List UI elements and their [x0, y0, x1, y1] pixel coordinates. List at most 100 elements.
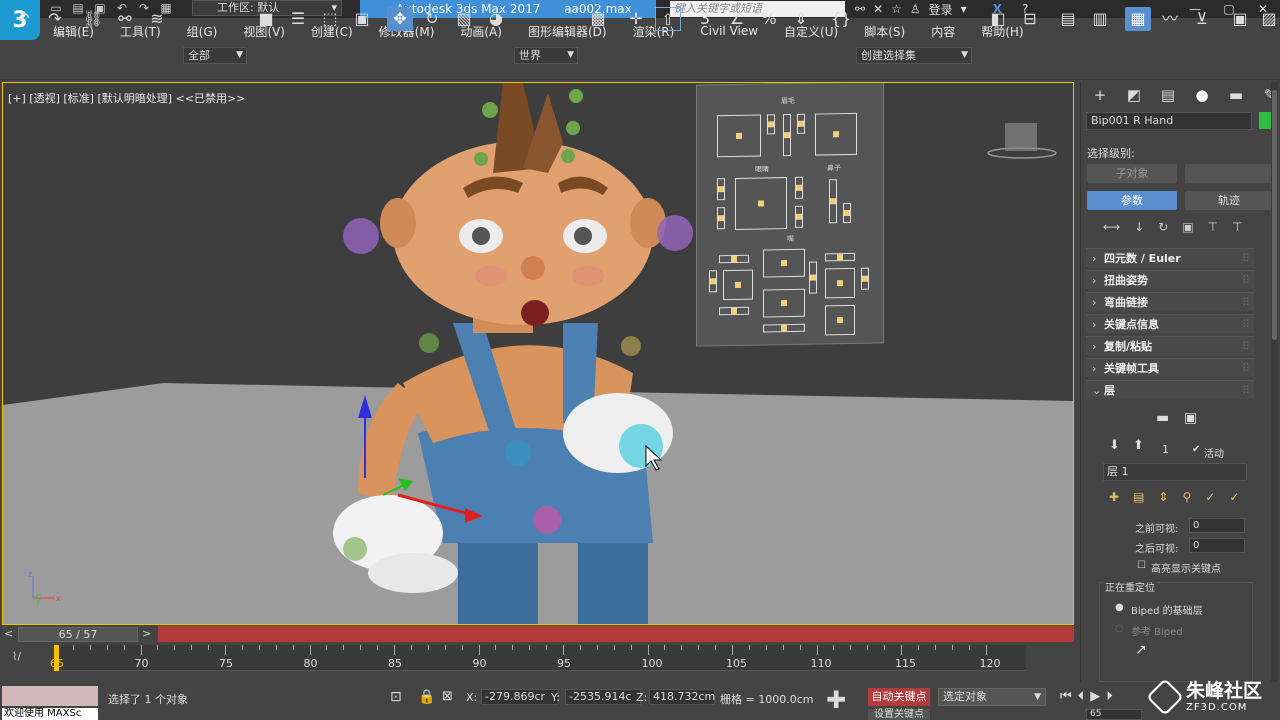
viewcube[interactable]: [987, 121, 1057, 161]
create-tab-icon[interactable]: +: [1087, 86, 1113, 104]
after-visible-spinner[interactable]: 0: [1189, 538, 1245, 553]
rollout-keyframing-tools[interactable]: 关键帧工具 ⠿: [1086, 358, 1254, 378]
angle-snap-icon[interactable]: ∠: [724, 7, 750, 31]
rollout-twist-poses[interactable]: 扭曲姿势 ⠿: [1086, 270, 1254, 290]
snaps-toggle-icon[interactable]: 3: [692, 7, 718, 31]
isolate-selection-icon[interactable]: ⊡: [390, 689, 402, 705]
login-button[interactable]: 登录: [929, 1, 953, 18]
menu-item-scripting[interactable]: 脚本(S): [851, 23, 918, 40]
percent-snap-icon[interactable]: %: [756, 7, 782, 31]
rectangular-selection-icon[interactable]: ⬚: [317, 7, 343, 31]
active-checkbox[interactable]: ✔: [1192, 444, 1200, 455]
picker-control[interactable]: [795, 176, 803, 199]
scale-icon[interactable]: ▧: [451, 7, 477, 31]
activate-only-icon[interactable]: ✓: [1205, 490, 1215, 504]
named-selection-set-dropdown[interactable]: 创建选择集 ▼: [856, 47, 972, 64]
ribbon-toggle-icon[interactable]: ▦: [1125, 7, 1151, 31]
hierarchy-tab-icon[interactable]: ▤: [1155, 86, 1181, 104]
keyboard-shortcut-override-icon[interactable]: ⇧: [655, 7, 681, 31]
rollout-copy-paste[interactable]: 复制/粘贴 ⠿: [1086, 336, 1254, 356]
layer-explorer-icon[interactable]: ▥: [1087, 7, 1113, 31]
lock-icon[interactable]: ▣: [1182, 220, 1193, 234]
select-manipulate-icon[interactable]: ✛: [623, 7, 649, 31]
window-crossing-icon[interactable]: ▣: [349, 7, 375, 31]
mirror-icon[interactable]: ◧: [985, 7, 1011, 31]
rollout-bend-links[interactable]: 弯曲链接 ⠿: [1086, 292, 1254, 312]
collapse-layer-icon[interactable]: ⇕: [1158, 490, 1168, 504]
layer-down-arrow-icon[interactable]: ⬇: [1109, 438, 1120, 453]
auto-key-button[interactable]: 自动关键点: [868, 688, 930, 706]
key-filter-dropdown[interactable]: 选定对象 ▼: [938, 688, 1046, 706]
picker-control[interactable]: [717, 178, 725, 201]
curve-editor-mini-icon[interactable]: ⌇/: [12, 650, 21, 663]
biped-base-layer-radio[interactable]: ●: [1115, 602, 1124, 613]
picker-control[interactable]: [809, 261, 817, 294]
rollout-layers[interactable]: 层⠿: [1086, 380, 1254, 400]
layer-name-field[interactable]: 层 1: [1103, 463, 1247, 481]
picker-control[interactable]: [763, 248, 805, 278]
ref-biped-radio[interactable]: ○: [1115, 623, 1124, 634]
favorite-star-icon[interactable]: ☆: [891, 2, 902, 16]
next-frame-icon[interactable]: ⏵: [1106, 689, 1113, 704]
sub-object-button[interactable]: 子对象: [1087, 164, 1177, 183]
placement-icon[interactable]: ◕: [483, 7, 509, 31]
rotate-mode-icon[interactable]: ↻: [1158, 220, 1168, 234]
picker-control[interactable]: [719, 306, 749, 316]
picker-control[interactable]: [843, 202, 851, 224]
retarget-arrow-icon[interactable]: ↗: [1135, 642, 1147, 658]
undo-icon[interactable]: ↶: [10, 7, 36, 31]
unlink-icon[interactable]: ⚯: [112, 7, 138, 31]
activate-highlighted-icon[interactable]: ✓: [1229, 490, 1239, 504]
y-coord-field[interactable]: -2535.914c: [565, 689, 641, 705]
selection-lock-icon[interactable]: 🔒: [418, 689, 435, 705]
character-model[interactable]: [3, 83, 1074, 625]
before-visible-spinner[interactable]: 0: [1189, 518, 1245, 533]
schematic-view-icon[interactable]: ⊻: [1189, 7, 1215, 31]
time-slider[interactable]: 65 / 57: [18, 627, 138, 642]
modify-tab-icon[interactable]: ◩: [1121, 86, 1147, 104]
highlight-keys-checkbox[interactable]: ☐: [1137, 560, 1146, 571]
pin-icon[interactable]: ⊤: [1208, 220, 1218, 234]
time-slider-prev-arrow-icon[interactable]: <: [4, 627, 13, 640]
params-button[interactable]: 参数: [1087, 191, 1177, 210]
bind-space-warp-icon[interactable]: ≋: [144, 7, 170, 31]
edit-named-selection-icon[interactable]: {}: [828, 7, 854, 31]
current-frame-marker[interactable]: [54, 645, 59, 671]
track-icon[interactable]: ⊤: [1232, 220, 1242, 234]
perspective-viewport[interactable]: [+] [透视] [标准] [默认明暗处理] <<已禁用>> 眉毛 眼睛 鼻子 …: [2, 82, 1074, 625]
rollout-quaternion-euler[interactable]: 四元数 / Euler ⠿: [1086, 248, 1254, 268]
absolute-offset-toggle-icon[interactable]: ⊠: [442, 689, 453, 704]
picker-control[interactable]: [815, 112, 857, 156]
picker-control[interactable]: [825, 304, 855, 336]
facial-picker-panel[interactable]: 眉毛 眼睛 鼻子 嘴: [696, 83, 884, 347]
selection-filter-dropdown[interactable]: 全部 ▼: [183, 47, 247, 64]
curve-editor-icon[interactable]: 〰: [1157, 7, 1183, 31]
align-icon[interactable]: ⊟: [1017, 7, 1043, 31]
picker-control[interactable]: [825, 252, 855, 262]
dropdown-arrow-icon[interactable]: ▾: [961, 2, 967, 16]
picker-control[interactable]: [829, 179, 837, 224]
reference-coordinate-dropdown[interactable]: 世界 ▼: [514, 47, 578, 64]
viewcube-face[interactable]: [1005, 123, 1037, 151]
picker-control[interactable]: [717, 207, 725, 230]
delete-layer-icon[interactable]: ▤: [1133, 490, 1144, 504]
select-object-icon[interactable]: ■: [253, 7, 279, 31]
down-arrow-icon[interactable]: ↓: [1134, 220, 1144, 234]
picker-control[interactable]: [709, 270, 717, 293]
binoculars-icon[interactable]: ⚯: [855, 2, 865, 16]
picker-control[interactable]: [825, 267, 855, 299]
go-to-start-icon[interactable]: ⏮: [1060, 689, 1072, 704]
current-frame-field[interactable]: 65: [1086, 709, 1142, 720]
snap-set-key-icon[interactable]: ⚲: [1182, 490, 1191, 504]
picker-control[interactable]: [763, 323, 805, 333]
set-key-button[interactable]: 设置关键点: [868, 709, 930, 720]
picker-control[interactable]: [723, 269, 753, 301]
picker-control[interactable]: [719, 254, 749, 264]
add-time-tag-icon[interactable]: ✚: [826, 686, 846, 714]
motion-tab-icon[interactable]: ●: [1189, 86, 1215, 104]
move-icon[interactable]: ✥: [387, 7, 413, 31]
rollout-key-info[interactable]: 关键点信息 ⠿: [1086, 314, 1254, 334]
object-name-field[interactable]: Bip001 R Hand: [1086, 112, 1252, 130]
link-icon[interactable]: ⛓: [80, 7, 106, 31]
z-coord-field[interactable]: 418.732cm: [649, 689, 715, 705]
